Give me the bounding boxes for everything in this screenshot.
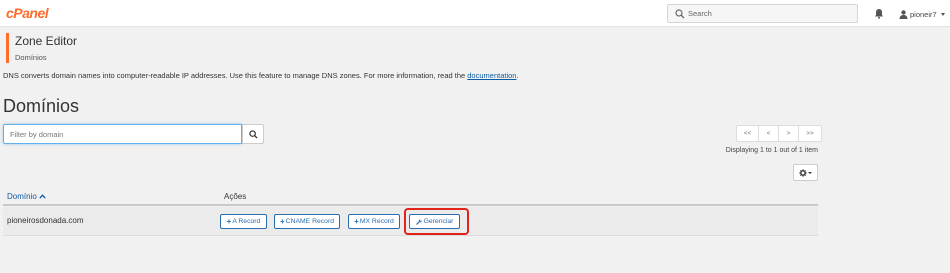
settings-button[interactable] <box>793 164 818 181</box>
filter-input[interactable] <box>4 125 241 143</box>
chevron-down-icon <box>808 171 812 174</box>
plus-icon: + <box>354 216 359 226</box>
pagination: << < > >> <box>736 125 822 142</box>
search-icon <box>675 9 685 19</box>
add-mx-record-button[interactable]: + MX Record <box>348 214 400 229</box>
cname-record-label: CNAME Record <box>285 218 335 225</box>
breadcrumb: Domínios <box>15 53 47 62</box>
user-menu[interactable]: pioneir7 <box>899 8 945 20</box>
a-record-label: A Record <box>232 218 261 225</box>
prev-page-button[interactable]: < <box>758 125 779 142</box>
sort-up-icon <box>39 194 46 199</box>
search-icon <box>248 129 258 139</box>
search-input[interactable] <box>688 7 853 20</box>
domain-column-header[interactable]: Domínio <box>7 192 46 201</box>
search-box[interactable] <box>667 4 858 23</box>
next-page-button[interactable]: > <box>778 125 799 142</box>
table-header: Domínio Ações <box>3 188 818 206</box>
plus-icon: + <box>226 216 232 226</box>
documentation-link[interactable]: documentation <box>467 71 516 80</box>
filter-search-button[interactable] <box>242 124 264 144</box>
username-label: pioneir7 <box>910 9 937 19</box>
highlight-box <box>404 208 469 235</box>
add-a-record-button[interactable]: + A Record <box>220 214 267 229</box>
user-icon <box>899 9 908 19</box>
table-row: pioneirosdonada.com + A Record + CNAME R… <box>3 207 818 236</box>
last-page-button[interactable]: >> <box>798 125 822 142</box>
page-header: Zone Editor Domínios <box>6 33 77 63</box>
intro-text: DNS converts domain names into computer-… <box>3 71 519 80</box>
domain-column-label: Domínio <box>7 192 37 201</box>
intro-end: . <box>516 71 519 80</box>
bell-icon[interactable] <box>874 8 884 19</box>
add-cname-record-button[interactable]: + CNAME Record <box>274 214 340 229</box>
display-info: Displaying 1 to 1 out of 1 item <box>725 147 818 154</box>
section-title: Domínios <box>3 96 80 116</box>
plus-icon: + <box>279 216 285 226</box>
top-bar: cPanel pioneir7 <box>0 0 950 27</box>
first-page-button[interactable]: << <box>736 125 759 142</box>
page-title: Zone Editor <box>15 34 78 48</box>
gear-icon <box>799 168 807 177</box>
actions-column-header: Ações <box>224 192 247 201</box>
filter-field[interactable] <box>3 124 242 144</box>
chevron-down-icon <box>940 12 945 16</box>
intro-body: DNS converts domain names into computer-… <box>3 71 468 80</box>
domain-cell: pioneirosdonada.com <box>7 216 84 225</box>
cpanel-logo[interactable]: cPanel <box>6 5 49 21</box>
mx-record-label: MX Record <box>359 218 394 225</box>
